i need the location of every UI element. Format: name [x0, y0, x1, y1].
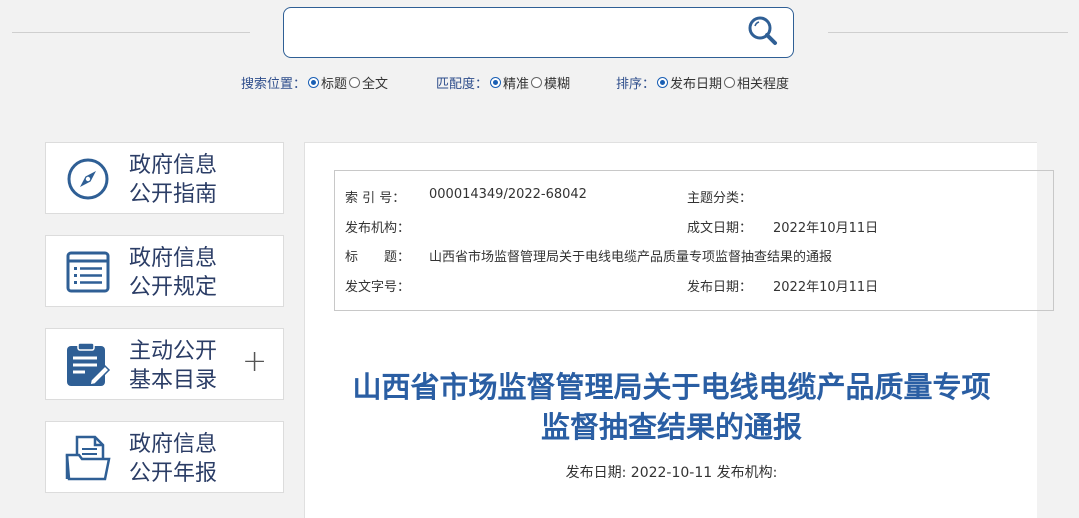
publisher-label: 发布机构：: [345, 221, 411, 236]
radio-dot[interactable]: [657, 77, 669, 88]
radio-fuzzy-label: 模糊: [544, 77, 571, 92]
article-title-line: 监督抽查结果的通报: [540, 410, 802, 444]
sidebar-item-label: 政府信息 公开规定: [129, 246, 218, 300]
radio-dot[interactable]: [531, 77, 543, 88]
radio-exact-label: 精准: [503, 77, 530, 92]
list-icon: [66, 251, 110, 293]
publish-date-value: 2022年10月11日: [773, 280, 879, 295]
written-date-label: 成文日期：: [687, 221, 753, 236]
article-title: 山西省市场监督管理局关于电线电缆产品质量专项 监督抽查结果的通报: [305, 367, 1038, 447]
radio-dot[interactable]: [349, 77, 361, 88]
match-label: 匹配度：: [436, 77, 489, 92]
sidebar-item-rules[interactable]: 政府信息 公开规定: [45, 235, 284, 307]
sort-label: 排序：: [616, 77, 656, 92]
search-position-group: 搜索位置： 标题 全文: [241, 73, 390, 92]
search-position-label: 搜索位置：: [241, 77, 307, 92]
radio-publish-date-label: 发布日期: [670, 77, 723, 92]
search-icon: [748, 16, 777, 45]
sidebar-item-label: 主动公开 基本目录: [129, 339, 218, 393]
sidebar-item-label: 政府信息 公开年报: [129, 432, 218, 486]
match-group: 匹配度： 精准 模糊: [436, 73, 572, 92]
article-panel: 索 引 号： 000014349/2022-68042 主题分类： 发布机构： …: [304, 142, 1054, 518]
clipboard-edit-icon: [67, 342, 111, 386]
radio-dot[interactable]: [724, 77, 736, 88]
topic-label: 主题分类：: [687, 191, 753, 206]
title-label: 标 题：: [345, 250, 411, 265]
radio-fulltext-label: 全文: [362, 77, 389, 92]
index-label: 索 引 号：: [345, 191, 406, 206]
radio-relevance[interactable]: 相关程度: [724, 73, 789, 92]
sidebar-item-guide[interactable]: 政府信息 公开指南: [45, 142, 284, 214]
search-input[interactable]: [294, 16, 734, 50]
sidebar-item-label: 政府信息 公开指南: [129, 153, 218, 207]
sidebar-item-catalog[interactable]: 主动公开 基本目录 +: [45, 328, 284, 400]
search-options: 搜索位置： 标题 全文 匹配度： 精准 模糊 排序： 发布日期 相关程度: [0, 73, 1079, 93]
folder-document-icon: [65, 435, 111, 481]
compass-icon: [67, 158, 109, 200]
index-value: 000014349/2022-68042: [429, 187, 587, 202]
expand-icon[interactable]: +: [242, 347, 267, 377]
radio-fulltext[interactable]: 全文: [349, 73, 388, 92]
radio-title[interactable]: 标题: [308, 73, 347, 92]
radio-dot[interactable]: [490, 77, 502, 88]
sort-group: 排序： 发布日期 相关程度: [616, 73, 791, 92]
written-date-value: 2022年10月11日: [773, 221, 879, 236]
search-box: [283, 7, 794, 58]
divider-left: [12, 32, 250, 33]
radio-relevance-label: 相关程度: [737, 77, 790, 92]
search-button[interactable]: [746, 14, 782, 50]
title-value: 山西省市场监督管理局关于电线电缆产品质量专项监督抽查结果的通报: [429, 250, 833, 265]
article-title-line: 山西省市场监督管理局关于电线电缆产品质量专项: [352, 370, 991, 404]
divider-right: [828, 32, 1068, 33]
doc-number-label: 发文字号：: [345, 280, 411, 295]
radio-exact[interactable]: 精准: [490, 73, 529, 92]
radio-publish-date[interactable]: 发布日期: [657, 73, 722, 92]
radio-fuzzy[interactable]: 模糊: [531, 73, 570, 92]
publish-date-label: 发布日期：: [687, 280, 753, 295]
article-pubinfo: 发布日期: 2022-10-11 发布机构:: [565, 465, 778, 481]
radio-dot[interactable]: [308, 77, 320, 88]
sidebar-item-annual-report[interactable]: 政府信息 公开年报: [45, 421, 284, 493]
metadata-table: 索 引 号： 000014349/2022-68042 主题分类： 发布机构： …: [334, 170, 1054, 311]
radio-title-label: 标题: [321, 77, 348, 92]
